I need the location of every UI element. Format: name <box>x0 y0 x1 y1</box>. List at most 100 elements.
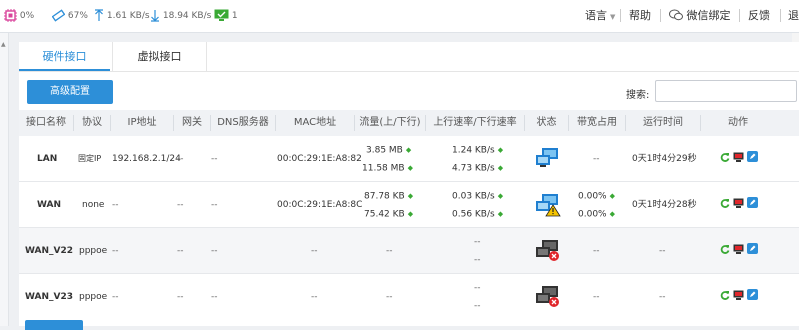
iface-protocol: pppoe <box>79 292 108 302</box>
rate-down: -- <box>474 301 481 311</box>
traffic: -- <box>386 292 393 302</box>
down-arrow-icon: ◆ <box>407 210 414 218</box>
col-bandwidth: 带宽占用 <box>577 117 617 128</box>
menu-divider <box>780 9 781 22</box>
traffic-up-value: 3.85 MB <box>366 145 403 156</box>
bandwidth-usage: -- <box>593 246 600 256</box>
menu-divider <box>620 9 621 22</box>
language-menu[interactable]: 语言 ▼ <box>585 8 615 25</box>
iface-dns: -- <box>211 292 218 302</box>
iface-mac: 00:0C:29:1E:A8:82 <box>277 154 362 164</box>
col-gateway: 网关 <box>182 117 202 128</box>
download-value: 18.94 KB/s <box>162 11 212 21</box>
feedback-link[interactable]: 反馈 <box>748 8 770 24</box>
up-arrow-icon: ◆ <box>497 146 504 154</box>
logout-link[interactable]: 退 <box>788 8 799 24</box>
monitor-icon[interactable] <box>733 290 744 300</box>
rate-up: -- <box>474 283 481 293</box>
iface-gateway: -- <box>177 200 184 210</box>
advanced-config-button[interactable]: 高级配置 <box>27 80 113 104</box>
iface-ip: -- <box>112 200 119 210</box>
edit-icon[interactable] <box>747 151 758 162</box>
col-name: 接口名称 <box>26 117 66 128</box>
edit-icon[interactable] <box>747 243 758 254</box>
traffic-down-value: 11.58 MB <box>362 163 405 174</box>
traffic-down-value: 75.42 KB <box>364 209 405 220</box>
up-arrow-icon: ◆ <box>405 146 412 154</box>
up-arrow-icon: ◆ <box>609 192 615 200</box>
iface-mac: 00:0C:29:1E:A8:8C <box>277 200 363 210</box>
traffic-down: 75.42 KB ◆ <box>364 208 413 221</box>
upload-arrow-icon <box>95 9 103 21</box>
interface-panel: 硬件接口 虚拟接口 高级配置 搜索: 接口名称 协议 IP地址 网关 DNS服务… <box>19 42 799 330</box>
rate-up: 1.24 KB/s ◆ <box>452 144 503 157</box>
col-actions: 动作 <box>728 117 748 128</box>
rate-down: 0.56 KB/s ◆ <box>452 208 503 221</box>
iface-dns: -- <box>211 246 218 256</box>
bandwidth-down-value: 0.00% <box>578 209 607 220</box>
iface-name: WAN_V22 <box>25 246 74 256</box>
network-disconnected-icon <box>536 240 559 261</box>
traffic-up-value: 87.78 KB <box>364 191 405 202</box>
network-connected-icon <box>536 148 558 167</box>
monitor-icon[interactable] <box>733 244 744 254</box>
iface-protocol: 固定IP <box>78 154 102 163</box>
bandwidth-up-value: 0.00% <box>578 191 607 202</box>
refresh-icon[interactable] <box>720 152 730 162</box>
bottom-action-button[interactable] <box>25 320 83 330</box>
wechat-bind-label: 微信绑定 <box>686 9 731 22</box>
iface-uptime: 0天1时4分28秒 <box>632 200 697 210</box>
down-arrow-icon: ◆ <box>497 164 504 172</box>
download-stat: 18.94 KB/s <box>150 9 211 23</box>
table-row-wan-v23: WAN_V23 pppoe -- -- -- -- -- -- -- -- -- <box>19 274 799 319</box>
collapse-arrow-icon[interactable]: ▲ <box>1 41 6 48</box>
col-protocol: 协议 <box>82 117 102 128</box>
search-input[interactable] <box>655 80 797 102</box>
iface-mac: -- <box>311 246 318 256</box>
memory-icon <box>51 9 66 22</box>
cpu-stat: 0% <box>4 9 34 23</box>
monitor-icon[interactable] <box>733 198 744 208</box>
iface-protocol: none <box>82 200 105 210</box>
help-link[interactable]: 帮助 <box>629 8 651 24</box>
iface-protocol: pppoe <box>79 246 108 256</box>
rate-down: 4.73 KB/s ◆ <box>452 162 503 175</box>
tab-hardware[interactable]: 硬件接口 <box>19 42 110 71</box>
rate-down-value: 4.73 KB/s <box>452 163 495 174</box>
iface-uptime: -- <box>659 292 666 302</box>
col-uptime: 运行时间 <box>643 117 683 128</box>
traffic-up: 87.78 KB ◆ <box>364 190 413 203</box>
iface-gateway: -- <box>177 292 184 302</box>
iface-uptime: 0天1时4分29秒 <box>632 154 697 164</box>
refresh-icon[interactable] <box>720 290 730 300</box>
iface-gateway: -- <box>177 154 184 164</box>
network-disconnected-icon <box>536 286 559 307</box>
iface-gateway: -- <box>177 246 184 256</box>
refresh-icon[interactable] <box>720 198 730 208</box>
up-arrow-icon: ◆ <box>497 192 504 200</box>
monitor-check-icon <box>214 9 229 21</box>
traffic-up: 3.85 MB ◆ <box>366 144 411 157</box>
left-collapsed-sidebar[interactable]: ▲ <box>0 33 9 326</box>
iface-ip: 192.168.2.1/24 <box>112 154 181 164</box>
tab-virtual[interactable]: 虚拟接口 <box>112 42 207 71</box>
bandwidth-usage: -- <box>593 154 600 164</box>
wechat-bind-link[interactable]: 微信绑定 <box>669 8 731 24</box>
up-arrow-icon: ◆ <box>407 192 414 200</box>
menu-divider <box>739 9 740 22</box>
upload-stat: 1.61 KB/s <box>94 9 150 23</box>
edit-icon[interactable] <box>747 197 758 208</box>
rate-up: -- <box>474 237 481 247</box>
chevron-down-icon: ▼ <box>610 13 616 21</box>
refresh-icon[interactable] <box>720 244 730 254</box>
col-status: 状态 <box>536 117 557 128</box>
download-arrow-icon <box>151 10 159 22</box>
wechat-icon <box>669 9 683 21</box>
search-label: 搜索: <box>626 90 650 101</box>
language-label: 语言 <box>585 9 607 22</box>
rate-down: -- <box>474 255 481 265</box>
rate-up: 0.03 KB/s ◆ <box>452 190 503 203</box>
online-users-stat: 1 <box>214 9 238 23</box>
edit-icon[interactable] <box>747 289 758 300</box>
monitor-icon[interactable] <box>733 152 744 162</box>
